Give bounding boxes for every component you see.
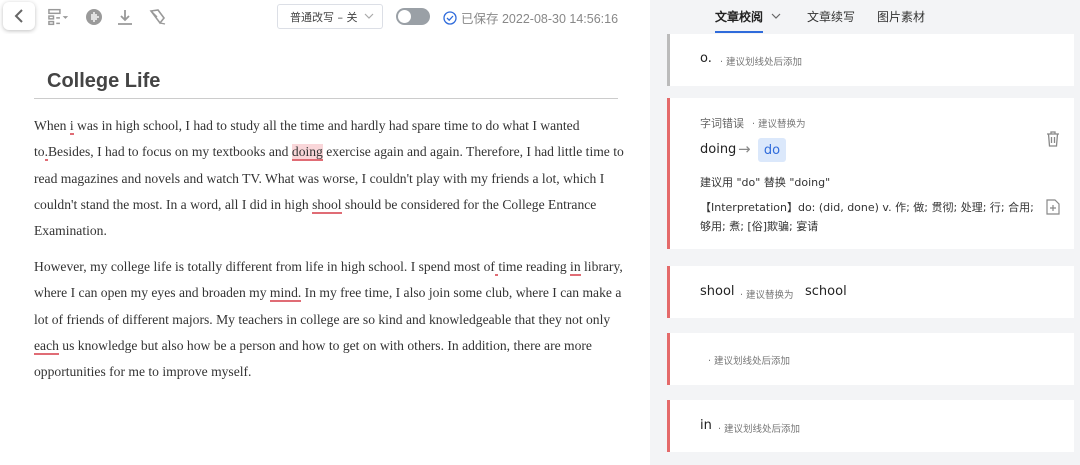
error-mark[interactable]: mind. xyxy=(269,285,302,303)
tab-image-materials[interactable]: 图片素材 xyxy=(877,8,925,25)
suggestion-card[interactable]: · 建议划线处后添加 xyxy=(667,333,1074,385)
check-circle-icon xyxy=(443,10,457,25)
error-mark[interactable]: shool xyxy=(312,196,342,214)
tab-image-materials-label: 图片素材 xyxy=(877,10,926,24)
suggestion-word: o. xyxy=(700,51,712,66)
text-run: However, my college life is totally diff… xyxy=(34,259,495,274)
error-category: 字词错误 · 建议替换为 xyxy=(700,115,806,131)
suggestion-card[interactable]: o. · 建议划线处后添加 xyxy=(667,34,1074,86)
suggestion-hint: · 建议划线处后添加 xyxy=(718,424,801,435)
suggestion-word: in xyxy=(700,418,712,433)
error-mark-selected[interactable]: doing xyxy=(291,144,323,162)
text-run: When xyxy=(34,118,70,133)
suggestion-hint: · 建议替换为 xyxy=(740,290,794,301)
text-run: Besides, I had to focus on my textbooks … xyxy=(47,144,292,160)
rewrite-toggle[interactable] xyxy=(396,8,430,25)
outline-menu-icon[interactable] xyxy=(48,6,70,28)
right-panel-tabs: 文章校阅 文章续写 图片素材 xyxy=(650,0,1080,34)
error-category-label: 字词错误 xyxy=(700,117,744,130)
suggestion-hint: · 建议替换为 xyxy=(752,119,806,130)
suggestion-card[interactable]: in · 建议划线处后添加 xyxy=(667,400,1074,452)
original-word: doing xyxy=(700,142,737,157)
document-editor[interactable]: College Life When i was in high school, … xyxy=(0,34,650,465)
chevron-down-icon xyxy=(364,13,374,19)
advice-text: 建议用 "do" 替换 "doing" xyxy=(700,176,831,189)
chevron-down-icon xyxy=(771,13,781,19)
suggestion-hint: · 建议划线处后添加 xyxy=(708,356,791,367)
rewrite-mode-label: 普通改写 – 关 xyxy=(290,10,358,24)
interpretation-text: 【Interpretation】do: (did, done) v. 作; 做;… xyxy=(700,201,1034,233)
top-toolbar: 普通改写 – 关 已保存 2022-08-30 14:56:16 xyxy=(0,0,650,34)
arrow-right-icon: → xyxy=(738,140,751,158)
back-button[interactable] xyxy=(3,2,35,30)
text-run: us knowledge but also how be a person an… xyxy=(34,337,592,380)
title-divider xyxy=(34,98,618,99)
save-status: 已保存 2022-08-30 14:56:16 xyxy=(443,8,618,27)
suggestion-hint: · 建议划线处后添加 xyxy=(720,57,803,68)
chevron-left-icon xyxy=(14,9,23,23)
paragraph-1[interactable]: When i was in high school, I had to stud… xyxy=(34,113,624,244)
replacement-chip[interactable]: do xyxy=(758,138,786,162)
pen-edit-icon[interactable] xyxy=(147,6,169,28)
audio-wave-icon[interactable] xyxy=(83,6,105,28)
tab-continue-writing[interactable]: 文章续写 xyxy=(807,8,855,25)
replacement-word[interactable]: school xyxy=(805,284,847,299)
save-status-text: 已保存 2022-08-30 14:56:16 xyxy=(461,12,619,26)
add-note-icon[interactable] xyxy=(1046,199,1060,215)
toggle-knob xyxy=(398,10,411,23)
suggestion-word: shool xyxy=(700,284,735,299)
rewrite-mode-select[interactable]: 普通改写 – 关 xyxy=(277,4,383,29)
tab-continue-writing-label: 文章续写 xyxy=(807,10,856,24)
error-mark[interactable]: in xyxy=(570,259,581,276)
document-title[interactable]: College Life xyxy=(47,70,160,93)
suggestion-card[interactable]: shool · 建议替换为 school xyxy=(667,266,1074,318)
tab-proofread-label: 文章校阅 xyxy=(715,10,764,24)
error-mark[interactable]: each xyxy=(34,337,59,355)
paragraph-2[interactable]: However, my college life is totally diff… xyxy=(34,254,624,385)
download-icon[interactable] xyxy=(114,6,136,28)
tab-proofread[interactable]: 文章校阅 xyxy=(715,8,781,33)
text-run: time reading xyxy=(498,259,571,274)
suggestion-card-expanded[interactable]: 字词错误 · 建议替换为 doing → do 建议用 "do" 替换 "doin… xyxy=(667,98,1074,249)
trash-icon[interactable] xyxy=(1046,131,1060,147)
